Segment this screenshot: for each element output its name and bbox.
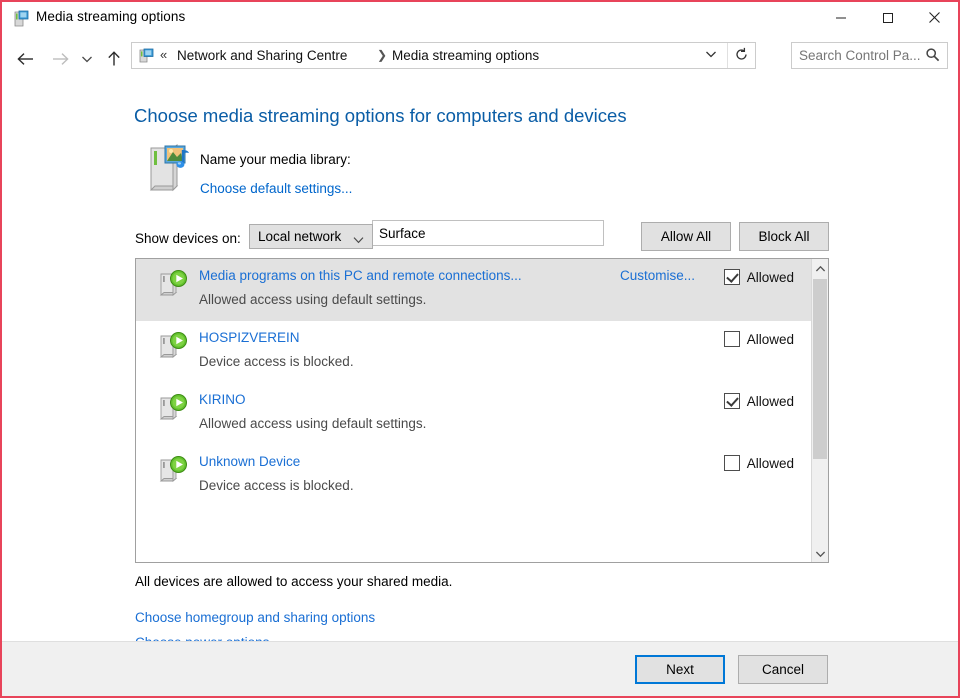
- device-allowed-label: Allowed: [746, 455, 794, 471]
- summary-text: All devices are allowed to access your s…: [135, 574, 453, 589]
- device-play-icon: [156, 454, 190, 488]
- breadcrumb-network-and-sharing-centre[interactable]: Network and Sharing Centre: [177, 48, 347, 63]
- device-allowed-checkbox[interactable]: Allowed: [723, 392, 794, 410]
- media-library-icon: [143, 140, 199, 196]
- media-streaming-icon: [12, 10, 30, 28]
- device-name[interactable]: KIRINO: [199, 392, 246, 407]
- minimize-button[interactable]: [818, 2, 864, 33]
- device-row[interactable]: KIRINO Allowed access using default setti…: [136, 383, 812, 445]
- device-allowed-label: Allowed: [746, 393, 794, 409]
- cancel-button[interactable]: Cancel: [738, 655, 828, 684]
- media-library-label: Name your media library:: [200, 152, 351, 167]
- device-list-rows: Media programs on this PC and remote con…: [136, 259, 812, 507]
- scroll-down-button[interactable]: [812, 544, 828, 562]
- device-status: Allowed access using default settings.: [199, 416, 427, 431]
- next-button[interactable]: Next: [635, 655, 725, 684]
- chevron-down-icon: [76, 52, 98, 66]
- breadcrumb-separator: ❯: [377, 48, 388, 62]
- checkbox-box: [723, 331, 740, 347]
- page-title: Choose media streaming options for compu…: [134, 105, 627, 126]
- device-play-icon: [156, 392, 190, 426]
- device-status: Device access is blocked.: [199, 354, 354, 369]
- device-allowed-checkbox[interactable]: Allowed: [723, 454, 794, 472]
- close-icon: [911, 11, 957, 24]
- command-bar: Next Cancel: [2, 641, 958, 696]
- scrollbar-thumb[interactable]: [813, 279, 827, 459]
- forward-button[interactable]: [46, 40, 74, 72]
- device-row[interactable]: HOSPIZVEREIN Device access is blocked. All…: [136, 321, 812, 383]
- link-choose-homegroup-and-sharing-options[interactable]: Choose homegroup and sharing options: [135, 610, 375, 625]
- recent-locations-button[interactable]: [76, 40, 98, 72]
- customise-link[interactable]: Customise...: [620, 268, 695, 283]
- checkbox-box: [723, 269, 740, 285]
- device-allowed-label: Allowed: [746, 269, 794, 285]
- show-devices-select-value: Local network: [258, 229, 342, 244]
- refresh-icon: [734, 47, 749, 65]
- forward-arrow-icon: [46, 50, 74, 68]
- chevron-up-icon: [815, 261, 826, 276]
- device-status: Device access is blocked.: [199, 478, 354, 493]
- search-icon: [925, 47, 940, 65]
- device-name[interactable]: Unknown Device: [199, 454, 300, 469]
- maximize-icon: [865, 12, 911, 24]
- navigation-bar: « Network and Sharing Centre ❯ Media str…: [2, 40, 958, 74]
- device-name[interactable]: HOSPIZVEREIN: [199, 330, 300, 345]
- device-play-icon: [156, 330, 190, 364]
- back-arrow-icon: [12, 50, 40, 68]
- maximize-button[interactable]: [865, 2, 911, 33]
- chevron-down-icon: [353, 233, 364, 247]
- checkbox-box: [723, 455, 740, 471]
- device-list-scrollbar[interactable]: [811, 259, 828, 562]
- breadcrumb-media-streaming-options[interactable]: Media streaming options: [392, 48, 539, 63]
- window-title: Media streaming options: [36, 9, 186, 24]
- up-arrow-icon: [100, 50, 128, 68]
- choose-default-settings-link[interactable]: Choose default settings...: [200, 181, 352, 196]
- device-row[interactable]: Unknown Device Device access is blocked. A…: [136, 445, 812, 507]
- refresh-button[interactable]: [727, 43, 755, 68]
- device-list: Media programs on this PC and remote con…: [135, 258, 829, 563]
- title-bar: Media streaming options: [2, 2, 958, 36]
- device-allowed-checkbox[interactable]: Allowed: [723, 330, 794, 348]
- device-status: Allowed access using default settings.: [199, 292, 427, 307]
- scroll-up-button[interactable]: [812, 259, 828, 277]
- content-area: Choose media streaming options for compu…: [2, 76, 958, 696]
- show-devices-label: Show devices on:: [135, 231, 241, 246]
- chevron-down-icon: [704, 49, 718, 64]
- chevron-down-icon: [815, 546, 826, 561]
- media-library-name-input[interactable]: [372, 220, 604, 246]
- block-all-button[interactable]: Block All: [739, 222, 829, 251]
- address-media-streaming-icon: [137, 47, 155, 65]
- back-button[interactable]: [12, 40, 40, 72]
- address-bar[interactable]: « Network and Sharing Centre ❯ Media str…: [131, 42, 756, 69]
- show-devices-select[interactable]: Local network: [249, 224, 373, 249]
- device-play-icon: [156, 268, 190, 302]
- up-button[interactable]: [100, 40, 128, 72]
- device-row[interactable]: Media programs on this PC and remote con…: [136, 259, 812, 321]
- checkbox-box: [723, 393, 740, 409]
- search-box[interactable]: Search Control Pa...: [791, 42, 948, 69]
- device-name[interactable]: Media programs on this PC and remote con…: [199, 268, 522, 283]
- window-frame: Media streaming options « Network and Sh…: [0, 0, 960, 698]
- search-input[interactable]: Search Control Pa...: [799, 48, 921, 63]
- address-dropdown-button[interactable]: [699, 43, 723, 68]
- minimize-icon: [818, 12, 864, 24]
- device-allowed-label: Allowed: [746, 331, 794, 347]
- address-root-chevron[interactable]: «: [160, 47, 167, 62]
- allow-all-button[interactable]: Allow All: [641, 222, 731, 251]
- close-button[interactable]: [911, 2, 957, 33]
- device-allowed-checkbox[interactable]: Allowed: [723, 268, 794, 286]
